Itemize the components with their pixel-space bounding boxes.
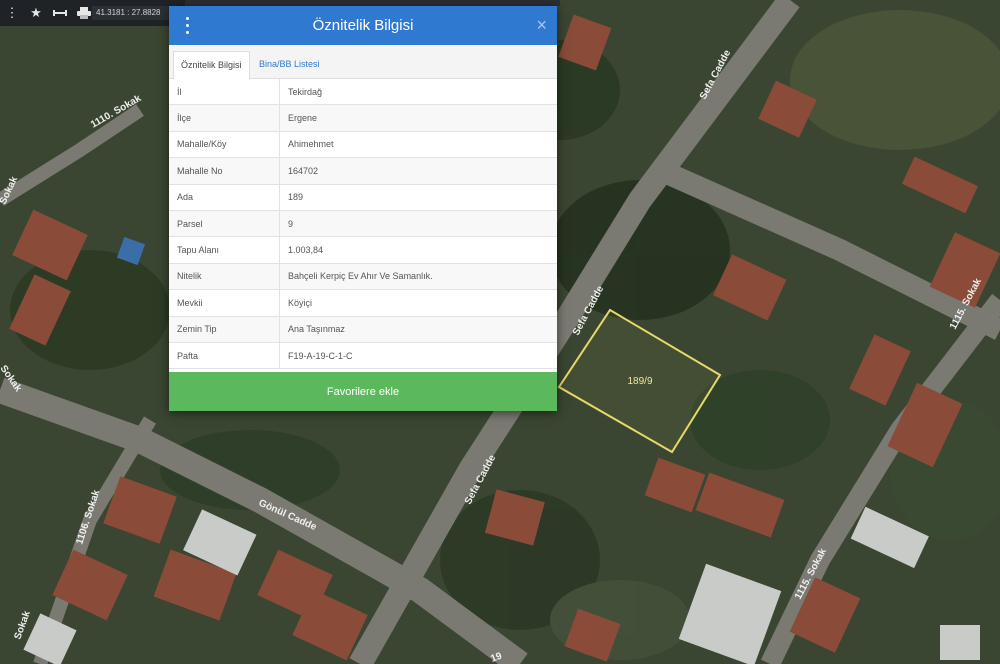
attribute-table: İl Tekirdağ İlçe Ergene Mahalle/Köy Ahimehmet… <box>169 79 557 370</box>
parcel-label: 189/9 <box>627 376 652 387</box>
street-label: 1110. Sokak <box>89 93 144 131</box>
street-label: Sokak <box>12 609 33 641</box>
street-label: 1106. Sokak <box>74 488 102 546</box>
table-row: Parsel 9 <box>169 210 557 238</box>
table-row: Pafta F19-A-19-C-1-C <box>169 342 557 370</box>
attribute-value: Ahimehmet <box>279 131 557 159</box>
tab-attribute-info[interactable]: Öznitelik Bilgisi <box>173 51 250 80</box>
street-label: Sokak <box>0 175 20 207</box>
street-label: 1115. Sokak <box>948 276 984 331</box>
table-row: Zemin Tip Ana Taşınmaz <box>169 316 557 343</box>
attribute-value: Ergene <box>279 104 557 132</box>
ruler-icon[interactable] <box>48 0 72 26</box>
attribute-value: Tekirdağ <box>279 79 557 106</box>
table-row: Mevkii Köyiçi <box>169 289 557 317</box>
dots-icon[interactable]: ⋮ <box>0 0 24 26</box>
close-icon[interactable]: × <box>536 15 547 35</box>
table-row: Mahalle No 164702 <box>169 157 557 185</box>
attribute-key: Pafta <box>169 342 280 370</box>
attribute-key: Nitelik <box>169 263 280 291</box>
panel-header: Öznitelik Bilgisi × <box>169 6 557 45</box>
attribute-value: 9 <box>279 210 557 238</box>
attribute-value: 189 <box>279 184 557 211</box>
street-label: Sokak <box>0 363 24 394</box>
table-row: İl Tekirdağ <box>169 79 557 106</box>
table-row: Tapu Alanı 1.003,84 <box>169 236 557 264</box>
attribute-key: Parsel <box>169 210 280 238</box>
street-label: 19 <box>489 651 504 664</box>
attribute-key: Tapu Alanı <box>169 236 280 264</box>
add-to-favorites-button[interactable]: Favorilere ekle <box>169 372 557 411</box>
attribute-value: Bahçeli Kerpiç Ev Ahır Ve Samanlık. <box>279 263 557 291</box>
attribute-value: Ana Taşınmaz <box>279 316 557 343</box>
street-label: Sefa Cadde <box>698 48 733 102</box>
map-toolbar: ⋮ ★ 41.3181 : 27.8828 <box>0 0 185 26</box>
attribute-value: Köyiçi <box>279 289 557 317</box>
attribute-key: Mahalle No <box>169 157 280 185</box>
attribute-key: Mahalle/Köy <box>169 131 280 159</box>
street-label: 1115. Sokak <box>793 546 829 601</box>
table-row: Ada 189 <box>169 184 557 211</box>
attribute-value: F19-A-19-C-1-C <box>279 342 557 370</box>
attribute-key: İl <box>169 79 280 106</box>
table-row: Nitelik Bahçeli Kerpiç Ev Ahır Ve Samanlı… <box>169 263 557 291</box>
attribute-value: 164702 <box>279 157 557 185</box>
panel-title: Öznitelik Bilgisi <box>312 17 414 34</box>
coordinate-readout: 41.3181 : 27.8828 <box>92 6 178 20</box>
attribute-key: Mevkii <box>169 289 280 317</box>
table-row: Mahalle/Köy Ahimehmet <box>169 131 557 159</box>
attribute-key: İlçe <box>169 104 280 132</box>
table-row: İlçe Ergene <box>169 104 557 132</box>
street-label: Sefa Cadde <box>463 453 498 507</box>
attribute-key: Ada <box>169 184 280 211</box>
attribute-value: 1.003,84 <box>279 236 557 264</box>
star-icon[interactable]: ★ <box>24 0 48 26</box>
street-label: Gönül Cadde <box>257 498 319 534</box>
attribute-key: Zemin Tip <box>169 316 280 343</box>
tab-building-list[interactable]: Bina/BB Listesi <box>252 51 327 78</box>
attribute-panel: Öznitelik Bilgisi × Öznitelik Bilgisi Bi… <box>169 6 557 411</box>
panel-tabs: Öznitelik Bilgisi Bina/BB Listesi <box>169 45 557 80</box>
kebab-menu-icon[interactable] <box>183 17 191 34</box>
